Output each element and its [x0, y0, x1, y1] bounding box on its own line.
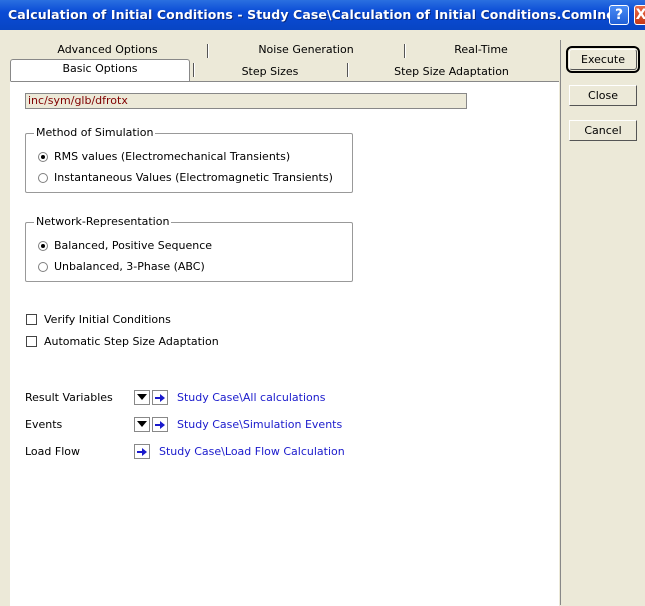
jump-result-variables-button[interactable] — [152, 390, 168, 405]
tab-real-time[interactable]: Real-Time — [406, 41, 556, 59]
automatic-step-size-adaptation-checkbox[interactable]: Automatic Step Size Adaptation — [26, 335, 219, 348]
tab-step-size-adaptation[interactable]: Step Size Adaptation — [349, 63, 554, 81]
select-result-variables-button[interactable] — [134, 390, 150, 405]
checkbox[interactable] — [26, 336, 37, 347]
result-variables-link[interactable]: Study Case\All calculations — [177, 391, 325, 404]
radio-button[interactable] — [38, 151, 48, 162]
execute-button[interactable]: Execute — [566, 46, 640, 73]
panel-divider — [560, 40, 561, 605]
verify-initial-conditions-checkbox[interactable]: Verify Initial Conditions — [26, 313, 171, 326]
close-button[interactable]: Close — [569, 85, 637, 106]
radio-rms-values[interactable]: RMS values (Electromechanical Transients… — [38, 150, 290, 163]
group-title: Network-Representation — [34, 215, 172, 228]
radio-label: Unbalanced, 3-Phase (ABC) — [54, 260, 205, 273]
radio-unbalanced[interactable]: Unbalanced, 3-Phase (ABC) — [38, 260, 205, 273]
load-flow-link[interactable]: Study Case\Load Flow Calculation — [159, 445, 345, 458]
tab-row-top: Advanced Options Noise Generation Real-T… — [10, 41, 558, 59]
load-flow-label: Load Flow — [25, 445, 80, 458]
tab-step-sizes[interactable]: Step Sizes — [195, 63, 345, 81]
tab-basic-options[interactable]: Basic Options — [10, 59, 190, 81]
tab-advanced-options[interactable]: Advanced Options — [10, 41, 205, 59]
close-icon[interactable]: X — [634, 5, 645, 25]
method-of-simulation-group: Method of Simulation — [25, 126, 353, 193]
triangle-down-icon — [137, 421, 147, 427]
solver-path-field[interactable]: inc/sym/glb/dfrotx — [25, 93, 467, 109]
checkbox[interactable] — [26, 314, 37, 325]
arrow-right-icon — [155, 420, 165, 429]
window-title: Calculation of Initial Conditions - Stud… — [8, 7, 614, 22]
checkbox-label: Automatic Step Size Adaptation — [44, 335, 219, 348]
title-bar: Calculation of Initial Conditions - Stud… — [0, 0, 645, 30]
radio-label: Balanced, Positive Sequence — [54, 239, 213, 252]
help-icon[interactable]: ? — [609, 5, 629, 25]
radio-instantaneous-values[interactable]: Instantaneous Values (Electromagnetic Tr… — [38, 171, 333, 184]
tab-noise-generation[interactable]: Noise Generation — [209, 41, 403, 59]
arrow-right-icon — [137, 447, 147, 456]
radio-label: Instantaneous Values (Electromagnetic Tr… — [54, 171, 333, 184]
result-variables-label: Result Variables — [25, 391, 113, 404]
network-representation-group: Network-Representation — [25, 215, 353, 282]
radio-label: RMS values (Electromechanical Transients… — [54, 150, 291, 163]
triangle-down-icon — [137, 394, 147, 400]
radio-button[interactable] — [38, 172, 48, 183]
tab-row-bottom: Basic Options Step Sizes Step Size Adapt… — [10, 59, 558, 81]
radio-button[interactable] — [38, 240, 48, 251]
events-label: Events — [25, 418, 63, 431]
jump-load-flow-button[interactable] — [134, 444, 150, 459]
cancel-button[interactable]: Cancel — [569, 120, 637, 141]
arrow-right-icon — [155, 393, 165, 402]
radio-button[interactable] — [38, 261, 48, 272]
jump-events-button[interactable] — [152, 417, 168, 432]
radio-balanced[interactable]: Balanced, Positive Sequence — [38, 239, 212, 252]
events-link[interactable]: Study Case\Simulation Events — [177, 418, 342, 431]
checkbox-label: Verify Initial Conditions — [44, 313, 171, 326]
group-title: Method of Simulation — [34, 126, 156, 139]
select-events-button[interactable] — [134, 417, 150, 432]
